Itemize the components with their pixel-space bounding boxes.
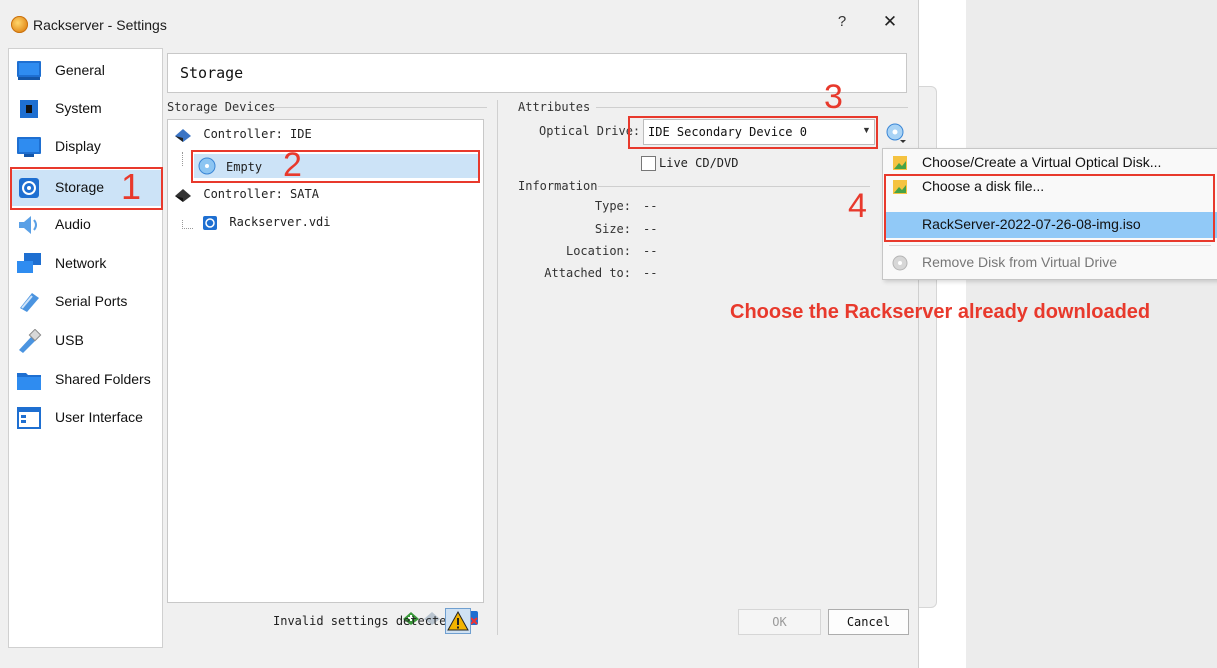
close-button[interactable]: ✕ [878,12,902,36]
virtualbox-app-icon [11,16,28,33]
sidebar-item-label: Audio [55,216,91,232]
sidebar-item-serial-ports[interactable]: Serial Ports [10,284,161,320]
cancel-button[interactable]: Cancel [828,609,909,635]
annotation-box-optical-drive [628,116,878,149]
tree-item-label: Controller: IDE [203,127,312,142]
info-size-key: Size: [594,222,631,236]
menu-item-label: Choose/Create a Virtual Optical Disk... [922,154,1162,170]
invalid-settings-label: Invalid settings detected [273,614,454,628]
remove-disk-icon [892,255,908,271]
menu-separator [889,245,1211,246]
sidebar-item-label: System [55,100,102,116]
information-separator [598,186,870,187]
annotation-step-2: 2 [283,146,302,184]
sidebar-item-shared-folders[interactable]: Shared Folders [10,362,161,398]
info-type-key: Type: [594,199,631,213]
annotation-step-3: 3 [824,78,843,116]
shared-folders-icon [17,373,41,390]
sidebar-item-label: User Interface [55,409,143,425]
warning-icon [447,610,469,631]
tree-item-rackserver-vdi[interactable]: Rackserver.vdi [202,215,331,231]
ok-button[interactable]: OK [738,609,821,635]
settings-dialog: Rackserver - Settings ? ✕ General System… [0,0,919,668]
window-title: Rackserver - Settings [33,17,167,33]
network-icon [17,253,41,273]
info-attached-key: Attached to: [544,266,631,280]
sidebar-item-label: General [55,62,105,78]
sidebar-item-user-interface[interactable]: User Interface [10,400,161,436]
tree-connector [182,152,184,166]
annotation-step-4: 4 [848,187,867,225]
serial-ports-icon [20,293,39,312]
annotation-instruction: Choose the Rackserver already downloaded [730,301,1151,323]
tree-item-controller-sata[interactable]: Controller: SATA [174,187,319,203]
general-icon [17,61,41,80]
tree-item-label: Rackserver.vdi [229,215,331,230]
sidebar-item-label: Shared Folders [55,371,151,387]
display-icon [17,137,41,157]
warning-button[interactable] [445,608,471,634]
attributes-label: Attributes [518,100,591,114]
optical-disk-image-icon [893,156,907,170]
sidebar-item-display[interactable]: Display [10,129,161,165]
sidebar-item-general[interactable]: General [10,53,161,89]
usb-icon [19,329,42,353]
title-bar: Rackserver - Settings ? ✕ [0,0,918,48]
sidebar-item-label: Display [55,138,101,154]
choose-disk-button[interactable] [885,122,907,144]
info-location-value: -- [643,244,658,258]
panel-divider [497,100,498,635]
controller-icon [175,189,191,202]
background-panel [966,0,1217,668]
menu-item-label: Remove Disk from Virtual Drive [922,254,1118,270]
help-button[interactable]: ? [832,13,852,35]
annotation-box-empty [191,150,480,183]
sidebar-item-system[interactable]: System [10,91,161,127]
user-interface-icon [17,407,41,429]
sidebar-item-label: Network [55,255,107,271]
sidebar-item-network[interactable]: Network [10,246,161,282]
tree-connector [182,220,193,229]
sidebar-item-label: Serial Ports [55,293,128,309]
tree-item-controller-ide[interactable]: Controller: IDE [174,127,312,143]
page-title: Storage [180,64,244,82]
information-label: Information [518,179,598,193]
storage-devices-tree: Controller: IDE Empty Controller: SATA R… [167,119,484,603]
info-size-value: -- [643,222,658,236]
menu-item-remove-disk[interactable]: Remove Disk from Virtual Drive [884,250,1217,276]
optical-drive-label: Optical Drive: [539,124,641,138]
page-header: Storage [167,53,907,93]
storage-devices-label: Storage Devices [167,100,276,114]
sidebar-item-label: USB [55,332,84,348]
menu-item-choose-create[interactable]: Choose/Create a Virtual Optical Disk... [884,150,1217,176]
controller-icon [175,129,191,142]
annotation-step-1: 1 [121,166,142,207]
settings-sidebar: General System Display Storage Audio Net… [8,48,163,648]
info-attached-value: -- [643,266,658,280]
sidebar-item-usb[interactable]: USB [10,323,161,359]
storage-devices-separator [272,107,487,108]
sidebar-item-audio[interactable]: Audio [10,207,161,243]
tree-item-label: Controller: SATA [203,187,319,202]
annotation-box-disk-choice [884,174,1215,242]
live-cd-label: Live CD/DVD [659,156,739,170]
system-icon [20,100,38,118]
info-location-key: Location: [565,244,631,258]
info-type-value: -- [643,199,658,213]
live-cd-checkbox[interactable] [641,156,656,171]
attributes-separator [596,107,908,108]
audio-icon [19,216,37,234]
hard-disk-icon [203,216,217,230]
